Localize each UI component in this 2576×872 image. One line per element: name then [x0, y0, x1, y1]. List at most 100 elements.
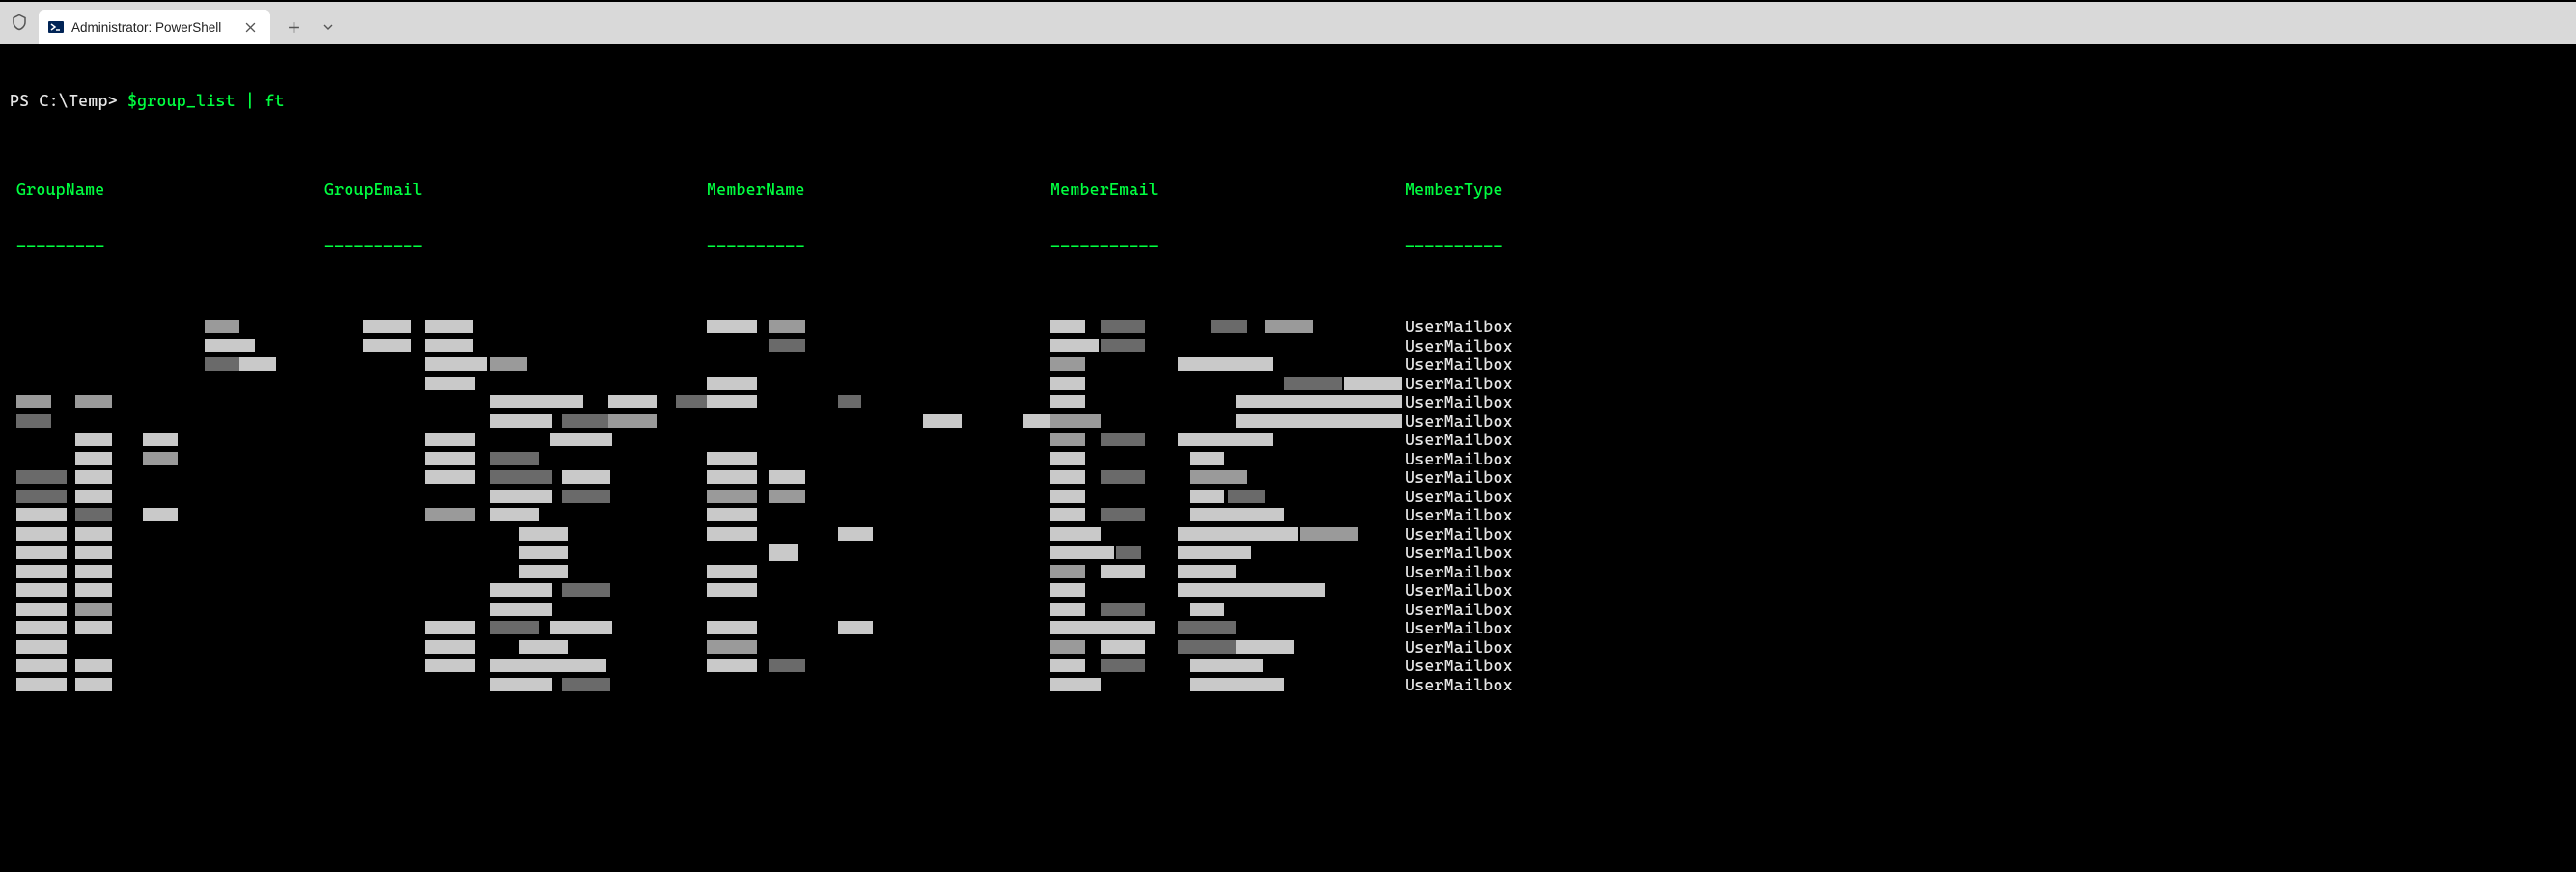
table-row: UserMailbox [10, 375, 2566, 394]
redacted-block [1101, 433, 1145, 446]
redacted-block [490, 395, 583, 408]
redacted-block [707, 565, 757, 578]
redacted-block [16, 470, 67, 484]
cell-member-type: UserMailbox [1405, 468, 1513, 488]
redacted-block [838, 527, 873, 541]
redacted-block [707, 395, 757, 408]
redacted-block [75, 470, 112, 484]
redacted-block [1178, 546, 1251, 559]
redacted-block [490, 490, 552, 503]
table-row: UserMailbox [10, 601, 2566, 620]
redacted-block [490, 583, 552, 597]
redacted-block [769, 490, 805, 503]
redacted-block [923, 414, 962, 428]
redacted-block [707, 621, 757, 634]
tab-powershell[interactable]: Administrator: PowerShell [39, 10, 270, 44]
redacted-block [1190, 452, 1224, 465]
table-row: UserMailbox [10, 488, 2566, 507]
redacted-block [75, 583, 112, 597]
cell-member-type: UserMailbox [1405, 676, 1513, 695]
header-member-name: MemberName [707, 181, 805, 200]
redacted-block [75, 621, 112, 634]
close-tab-button[interactable] [241, 18, 259, 36]
redacted-block [1050, 583, 1085, 597]
redacted-block [490, 621, 539, 634]
redacted-block [425, 433, 475, 446]
table-row: UserMailbox [10, 544, 2566, 563]
redacted-block [1050, 678, 1101, 691]
redacted-block [75, 433, 112, 446]
table-row: UserMailbox [10, 468, 2566, 488]
header-group-email: GroupEmail [324, 181, 423, 200]
cell-member-type: UserMailbox [1405, 619, 1513, 638]
underline: --------- [16, 238, 104, 257]
redacted-block [1050, 621, 1155, 634]
redacted-block [490, 452, 539, 465]
redacted-block [490, 659, 606, 672]
redacted-block [425, 621, 475, 634]
cell-member-type: UserMailbox [1405, 450, 1513, 469]
redacted-block [490, 470, 552, 484]
redacted-block [16, 678, 67, 691]
redacted-block [1236, 640, 1294, 654]
cell-member-type: UserMailbox [1405, 525, 1513, 545]
powershell-icon [48, 19, 64, 35]
header-group-name: GroupName [16, 181, 104, 200]
redacted-block [1178, 583, 1325, 597]
redacted-block [1101, 320, 1145, 333]
redacted-block [490, 357, 527, 371]
redacted-block [16, 659, 67, 672]
table-row: UserMailbox [10, 638, 2566, 658]
redacted-block [143, 433, 178, 446]
redacted-block [75, 527, 112, 541]
table-row: UserMailbox [10, 431, 2566, 450]
terminal-output[interactable]: PS C:\Temp> $group_list | ft GroupName G… [0, 44, 2576, 872]
redacted-block [1178, 433, 1273, 446]
redacted-block [1050, 546, 1114, 559]
underline: ---------- [324, 238, 423, 257]
command: $group_list | ft [127, 91, 285, 110]
redacted-block [1101, 339, 1145, 352]
redacted-block [1178, 527, 1298, 541]
redacted-block [1190, 659, 1263, 672]
redacted-block [562, 678, 610, 691]
redacted-block [1236, 414, 1402, 428]
redacted-block [16, 640, 67, 654]
redacted-block [608, 395, 657, 408]
table-row: UserMailbox [10, 581, 2566, 601]
redacted-block [205, 320, 239, 333]
table-row: UserMailbox [10, 506, 2566, 525]
redacted-block [1050, 414, 1101, 428]
cell-member-type: UserMailbox [1405, 544, 1513, 563]
redacted-block [425, 659, 475, 672]
redacted-block [1284, 377, 1342, 390]
underline: ----------- [1050, 238, 1159, 257]
redacted-block [16, 508, 67, 521]
new-tab-button[interactable] [276, 10, 311, 44]
redacted-block [519, 527, 568, 541]
redacted-block [550, 621, 612, 634]
redacted-block [608, 414, 657, 428]
redacted-block [1178, 621, 1236, 634]
redacted-block [707, 640, 757, 654]
redacted-block [75, 546, 112, 559]
redacted-block [1178, 640, 1236, 654]
redacted-block [562, 414, 610, 428]
table-row: UserMailbox [10, 676, 2566, 695]
redacted-block [562, 583, 610, 597]
redacted-block [16, 603, 67, 616]
cell-member-type: UserMailbox [1405, 506, 1513, 525]
redacted-block [519, 546, 568, 559]
redacted-block [205, 357, 239, 371]
redacted-block [1050, 508, 1085, 521]
tab-menu-button[interactable] [311, 10, 346, 44]
cell-member-type: UserMailbox [1405, 318, 1513, 337]
redacted-block [1050, 395, 1085, 408]
redacted-block [16, 490, 67, 503]
redacted-block [425, 470, 475, 484]
tab-title: Administrator: PowerShell [71, 20, 234, 35]
redacted-block [519, 640, 568, 654]
redacted-block [143, 452, 178, 465]
redacted-block [769, 339, 805, 352]
redacted-block [425, 452, 475, 465]
